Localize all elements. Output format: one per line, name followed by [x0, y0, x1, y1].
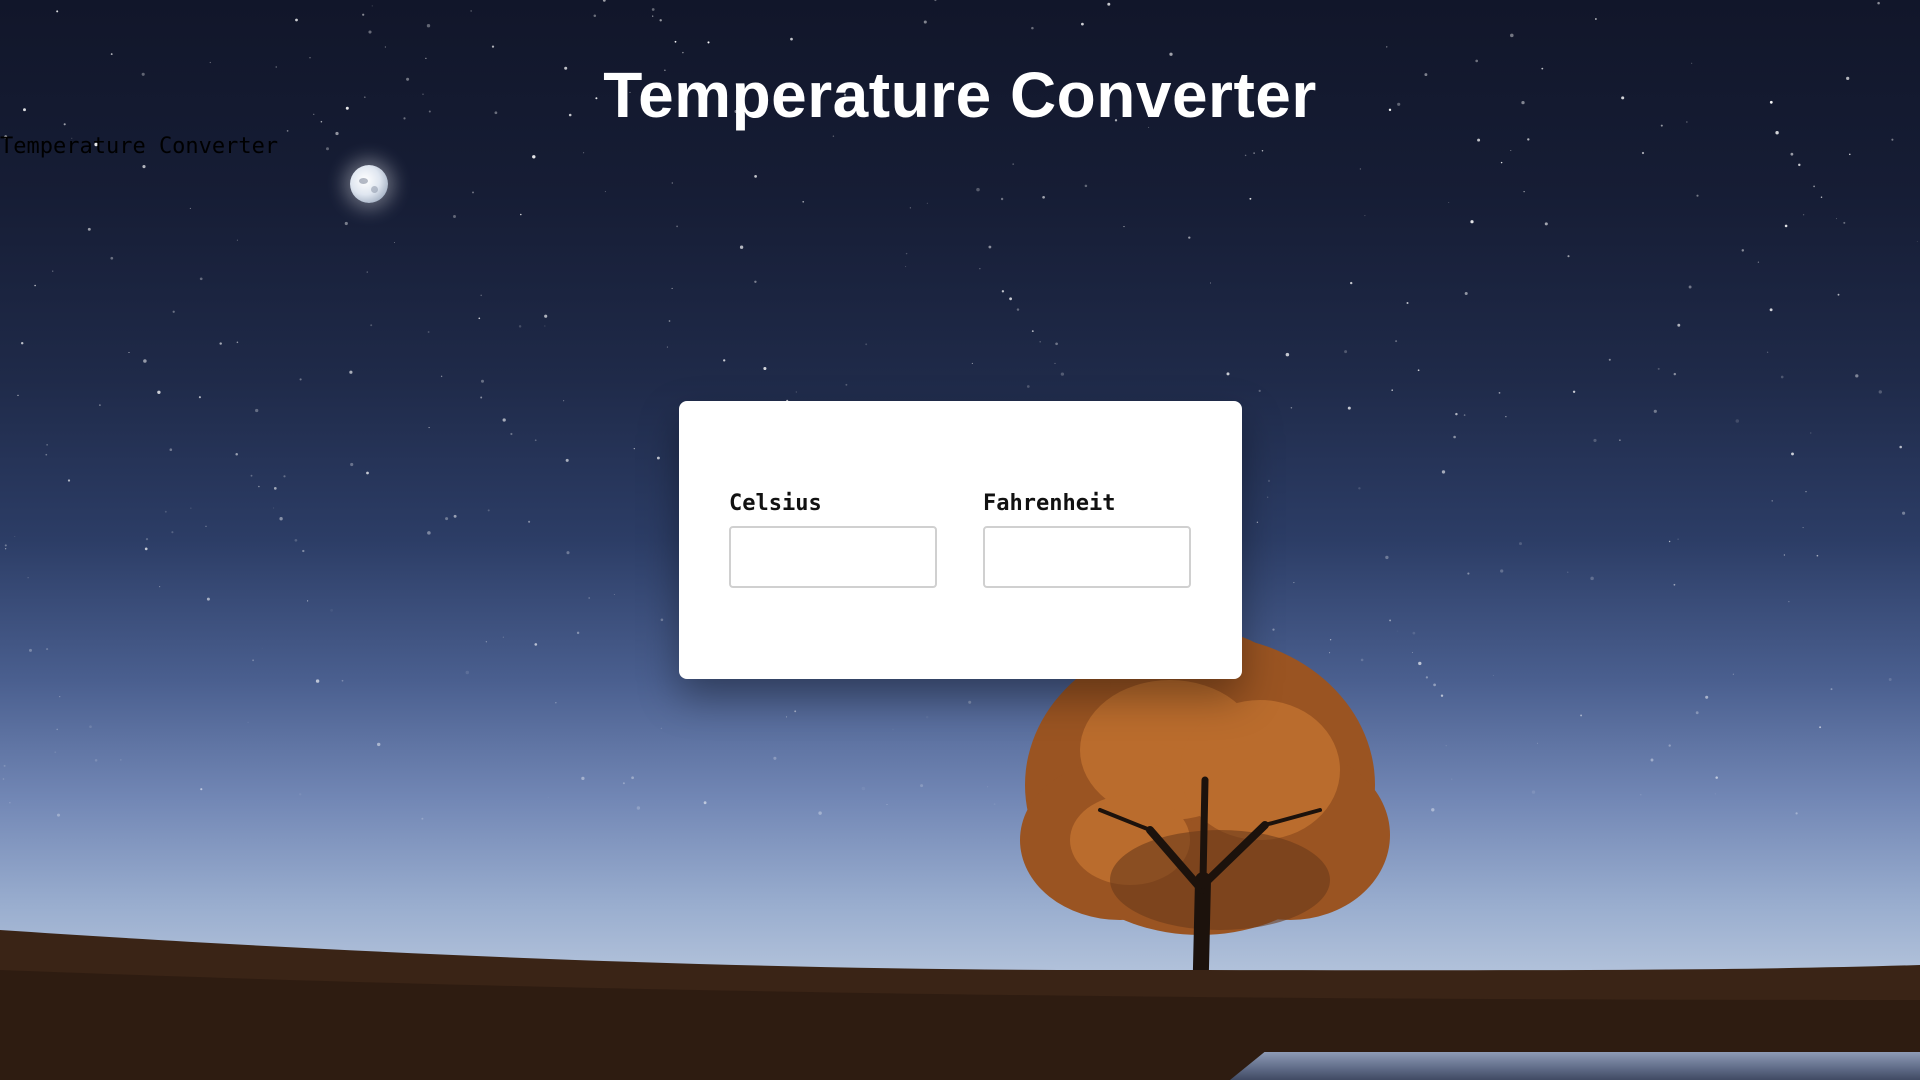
celsius-label: Celsius [729, 491, 822, 516]
converter-card: Celsius Fahrenheit [679, 401, 1242, 679]
fahrenheit-input[interactable] [983, 526, 1191, 588]
document-title-text: Temperature Converter [0, 134, 279, 159]
water-reflection [1230, 1052, 1920, 1080]
fahrenheit-field: Fahrenheit [983, 491, 1193, 588]
fahrenheit-label: Fahrenheit [983, 491, 1116, 516]
page-title: Temperature Converter [603, 59, 1317, 131]
celsius-field: Celsius [729, 491, 939, 588]
moon-image [350, 165, 388, 203]
celsius-input[interactable] [729, 526, 937, 588]
